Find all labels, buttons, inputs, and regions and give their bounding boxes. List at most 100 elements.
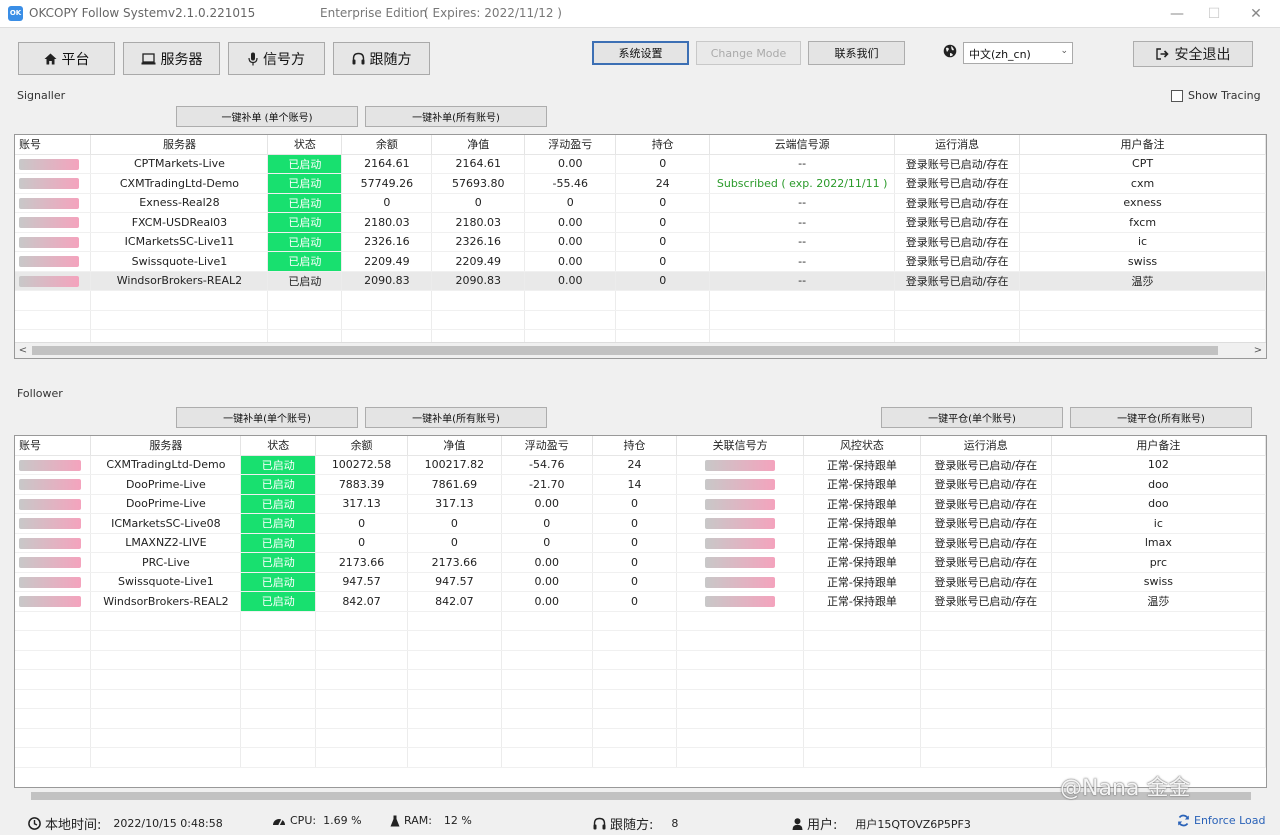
float-pl-cell: 0 — [524, 193, 617, 213]
follower-close-all-button[interactable]: 一键平仓(所有账号) — [1070, 407, 1252, 428]
empty-cell — [1051, 611, 1266, 631]
contact-us-button[interactable]: 联系我们 — [808, 41, 905, 65]
signaller-row[interactable]: CXMTradingLtd-Demo 已启动 57749.26 57693.80 -55… — [15, 173, 1266, 194]
signaller-row[interactable]: Swissquote-Live1 已启动 2209.49 2209.49 0.00 0 --… — [15, 251, 1266, 272]
account-cell — [15, 154, 92, 174]
empty-cell — [240, 747, 317, 768]
signaller-column-header[interactable]: 云端信号源 — [709, 135, 896, 155]
account-cell — [15, 572, 92, 592]
empty-cell — [920, 611, 1052, 631]
signaller-column-header[interactable]: 服务器 — [90, 135, 269, 155]
signaller-row[interactable]: CPTMarkets-Live 已启动 2164.61 2164.61 0.00 0 -- 登… — [15, 154, 1266, 174]
follower-column-header[interactable]: 状态 — [240, 436, 317, 456]
empty-cell — [315, 747, 408, 768]
follower-header-row: 账号 服务器 状态 余额 净值 浮动盈亏 持仓 关联信号方 风控状态 运行消息 用户备注 — [15, 436, 1266, 456]
nav-server-button[interactable]: 服务器 — [123, 42, 220, 75]
nav-signaller-button[interactable]: 信号方 — [228, 42, 325, 75]
balance-cell: 100272.58 — [315, 455, 408, 475]
follower-column-header[interactable]: 净值 — [407, 436, 502, 456]
cloud-signal-cell: Subscribed ( exp. 2022/11/11 ) — [709, 173, 896, 194]
follower-row[interactable]: Swissquote-Live1 已启动 947.57 947.57 0.00 0 正常-保… — [15, 572, 1266, 592]
note-cell: 温莎 — [1051, 591, 1266, 612]
signaller-column-header[interactable]: 用户备注 — [1019, 135, 1266, 155]
account-cell — [15, 173, 92, 194]
note-cell: fxcm — [1019, 212, 1266, 233]
signaller-column-header[interactable]: 余额 — [341, 135, 433, 155]
follower-column-header[interactable]: 风控状态 — [803, 436, 921, 456]
signaller-fill-all-button[interactable]: 一键补单(所有账号) — [365, 106, 547, 127]
empty-cell — [803, 650, 921, 670]
follower-column-header[interactable]: 运行消息 — [920, 436, 1052, 456]
note-cell: cxm — [1019, 173, 1266, 194]
empty-cell — [15, 650, 92, 670]
signaller-column-header[interactable]: 持仓 — [615, 135, 711, 155]
follower-row[interactable]: ICMarketsSC-Live08 已启动 0 0 0 0 正常-保持跟单 登录账号已启动/… — [15, 513, 1266, 534]
signaller-column-header[interactable]: 浮动盈亏 — [524, 135, 617, 155]
signaller-row[interactable]: WindsorBrokers-REAL2 已启动 2090.83 2090.83 0.0… — [15, 271, 1266, 291]
signaller-row[interactable]: FXCM-USDReal03 已启动 2180.03 2180.03 0.00 0 -- 登录… — [15, 212, 1266, 233]
globe-icon — [943, 44, 957, 58]
follower-row[interactable]: CXMTradingLtd-Demo 已启动 100272.58 100217.82-… — [15, 455, 1266, 475]
server-cell: CXMTradingLtd-Demo — [90, 455, 242, 475]
signaller-fill-single-button[interactable]: 一键补单 (单个账号) — [176, 106, 358, 127]
follower-column-header[interactable]: 余额 — [315, 436, 408, 456]
message-cell: 登录账号已启动/存在 — [894, 212, 1021, 233]
empty-cell — [267, 310, 343, 330]
empty-cell — [15, 669, 92, 690]
system-settings-button[interactable]: 系统设置 — [592, 41, 689, 65]
note-cell: prc — [1051, 552, 1266, 573]
scrollbar-thumb[interactable] — [32, 346, 1218, 355]
status-bar: 本地时间: 2022/10/15 0:48:58 CPU: 1.69 % RAM… — [0, 804, 1280, 835]
signaller-horizontal-scrollbar[interactable]: < > — [15, 342, 1266, 358]
empty-cell — [240, 669, 317, 690]
follower-row[interactable]: LMAXNZ2-LIVE 已启动 0 0 0 0 正常-保持跟单 登录账号已启动/存在 lmax — [15, 533, 1266, 553]
signaller-row[interactable]: ICMarketsSC-Live11 已启动 2326.16 2326.16 0.00 0… — [15, 232, 1266, 252]
minimize-icon[interactable]: — — [1163, 3, 1191, 25]
follower-fill-single-button[interactable]: 一键补单(单个账号) — [176, 407, 358, 428]
empty-cell — [803, 708, 921, 729]
scroll-left-icon[interactable]: < — [16, 344, 30, 358]
account-cell — [15, 193, 92, 213]
follower-row[interactable]: DooPrime-Live 已启动 317.13 317.13 0.00 0 正常-保持跟单… — [15, 494, 1266, 514]
logout-button[interactable]: 安全退出 — [1133, 41, 1253, 67]
empty-cell — [615, 310, 711, 330]
app-title: OKCOPY Follow System — [29, 6, 168, 20]
balance-cell: 842.07 — [315, 591, 408, 612]
follower-column-header[interactable]: 用户备注 — [1051, 436, 1266, 456]
follower-column-header[interactable]: 浮动盈亏 — [501, 436, 593, 456]
follower-row[interactable]: WindsorBrokers-REAL2 已启动 842.07 842.07 0.00 0… — [15, 591, 1266, 612]
nav-platform-button[interactable]: 平台 — [18, 42, 115, 75]
signaller-column-header[interactable]: 账号 — [15, 135, 92, 155]
empty-cell — [407, 669, 502, 690]
account-cell — [15, 533, 92, 553]
follower-row[interactable]: DooPrime-Live 已启动 7883.39 7861.69 -21.70 14 正常… — [15, 474, 1266, 495]
follower-fill-all-button[interactable]: 一键补单(所有账号) — [365, 407, 547, 428]
signaller-column-header[interactable]: 运行消息 — [894, 135, 1021, 155]
cpu-value: 1.69 % — [323, 814, 362, 827]
scroll-right-icon[interactable]: > — [1251, 344, 1265, 358]
signaller-column-header[interactable]: 状态 — [267, 135, 343, 155]
show-tracing-checkbox[interactable]: Show Tracing — [1171, 89, 1261, 102]
signaller-column-header[interactable]: 净值 — [431, 135, 526, 155]
follower-column-header[interactable]: 账号 — [15, 436, 92, 456]
followers-count-item: 跟随方: 8 — [593, 814, 678, 833]
enforce-load-link[interactable]: Enforce Load — [1177, 814, 1266, 827]
linked-signal-cell — [676, 591, 805, 612]
follower-close-single-button[interactable]: 一键平仓(单个账号) — [881, 407, 1063, 428]
follower-column-header[interactable]: 关联信号方 — [676, 436, 805, 456]
nav-follower-button[interactable]: 跟随方 — [333, 42, 430, 75]
empty-cell — [407, 650, 502, 670]
empty-cell — [592, 630, 678, 651]
float-pl-cell: 0.00 — [501, 552, 593, 573]
maximize-icon[interactable]: ☐ — [1200, 3, 1228, 25]
follower-column-header[interactable]: 服务器 — [90, 436, 242, 456]
follower-row[interactable]: PRC-Live 已启动 2173.66 2173.66 0.00 0 正常-保持跟单 登录账… — [15, 552, 1266, 573]
balance-cell: 0 — [315, 533, 408, 553]
language-select[interactable]: 中文(zh_cn) ⌄ — [963, 42, 1073, 64]
positions-cell: 0 — [615, 212, 711, 233]
signaller-row[interactable]: Exness-Real28 已启动 0 0 0 0 -- 登录账号已启动/存在 exness — [15, 193, 1266, 213]
follower-column-header[interactable]: 持仓 — [592, 436, 678, 456]
close-icon[interactable]: ✕ — [1242, 3, 1270, 25]
change-mode-button[interactable]: Change Mode — [696, 41, 801, 65]
empty-row — [15, 290, 1266, 311]
